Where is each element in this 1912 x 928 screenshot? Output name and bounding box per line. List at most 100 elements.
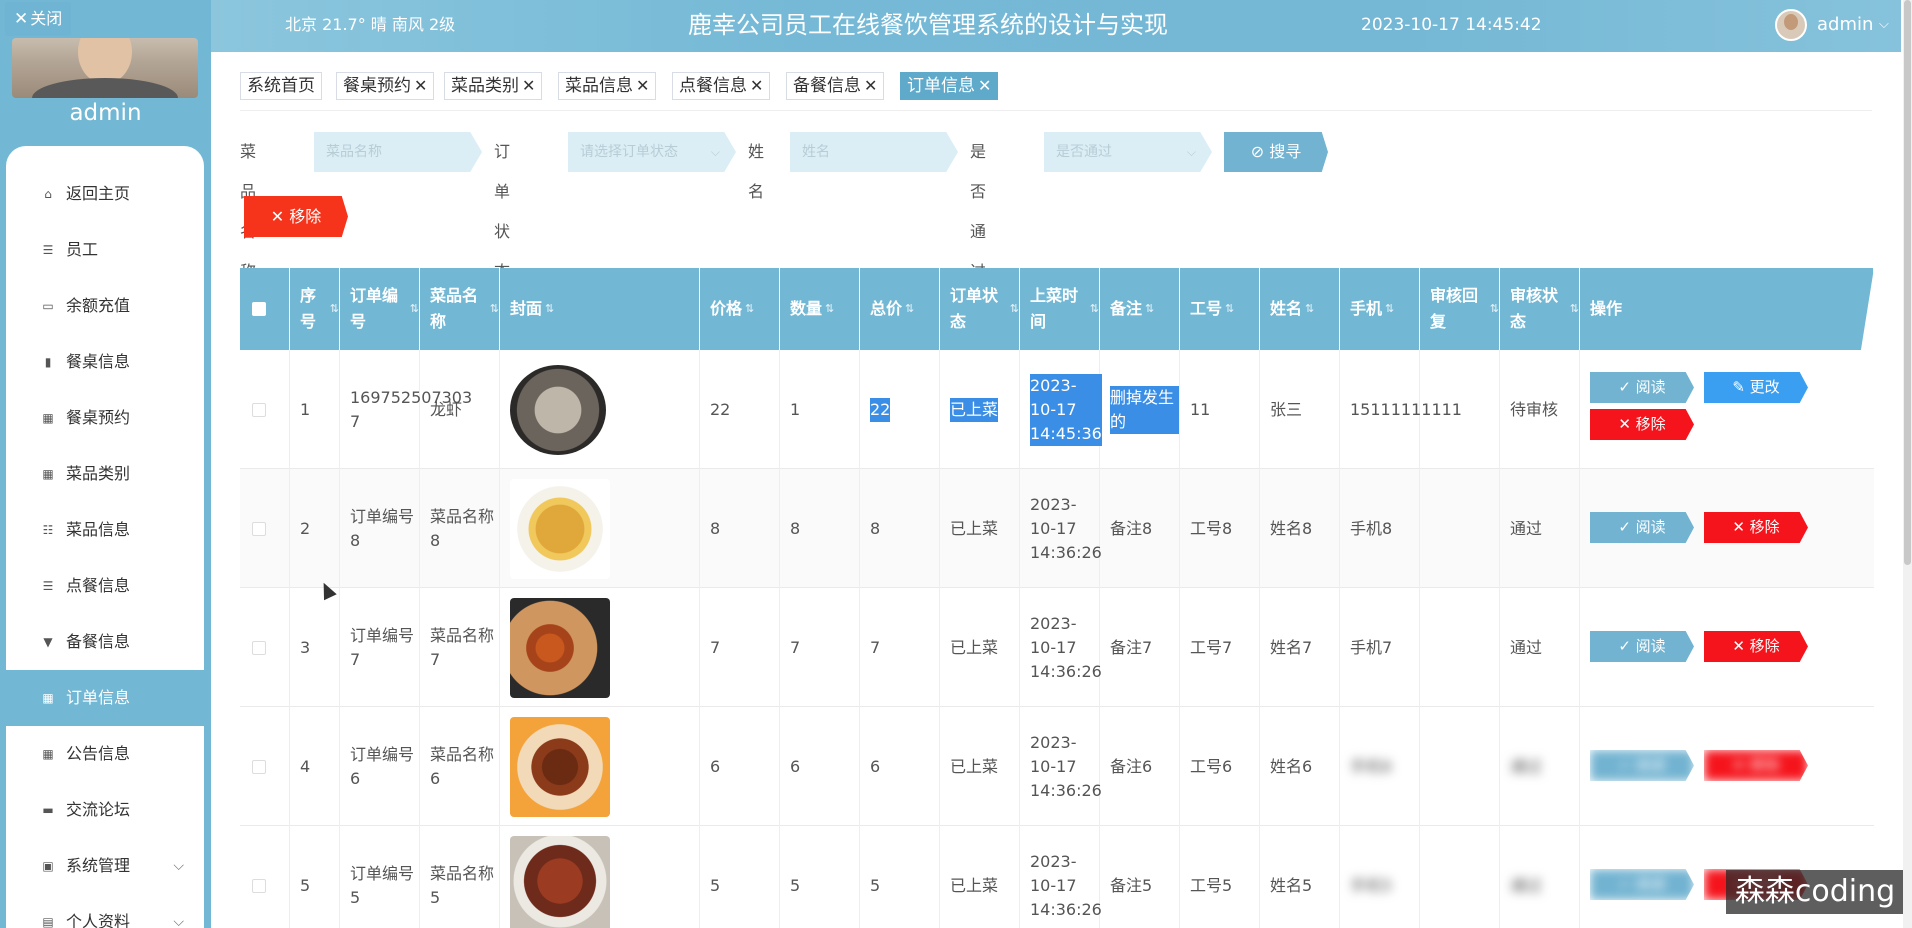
- cell-time: 2023-10-17 14:45:36: [1020, 350, 1102, 469]
- scrollbar[interactable]: [1903, 0, 1912, 928]
- cell-text: 5: [710, 875, 721, 895]
- close-icon[interactable]: ✕: [750, 76, 763, 95]
- edit-button[interactable]: ✎ 更改: [1704, 372, 1808, 403]
- column-header[interactable]: 菜品名称 ⇅: [420, 268, 500, 350]
- sidebar-item[interactable]: ☷ 菜品信息: [6, 502, 204, 558]
- column-header[interactable]: 手机 ⇅: [1340, 268, 1420, 350]
- cell-text: 备注5: [1110, 875, 1153, 895]
- sidebar-item[interactable]: ▣ 系统管理 ⌵: [6, 838, 204, 894]
- column-header[interactable]: 总价 ⇅: [860, 268, 940, 350]
- close-icon[interactable]: ✕: [522, 76, 535, 95]
- column-header-label: 封面: [510, 299, 543, 318]
- row-checkbox[interactable]: [252, 640, 266, 655]
- close-icon[interactable]: ✕: [636, 76, 649, 95]
- close-icon[interactable]: ✕: [864, 76, 877, 95]
- column-header[interactable]: 订单编号 ⇅: [340, 268, 420, 350]
- delete-button[interactable]: ✕ 移除: [1704, 631, 1808, 662]
- column-header-label: 数量: [790, 299, 823, 318]
- sidebar-item[interactable]: ▼ 备餐信息: [6, 614, 204, 670]
- cell-text: 手机6: [1350, 756, 1393, 776]
- delete-button[interactable]: ✕ 移除: [1590, 409, 1694, 440]
- edit-icon: ✎: [1732, 378, 1750, 396]
- column-header[interactable]: 工号 ⇅: [1180, 268, 1260, 350]
- sidebar-item[interactable]: ▦ 订单信息: [6, 670, 204, 726]
- cell-text: 通过: [1510, 518, 1543, 538]
- cell-status: 已上菜: [940, 350, 1020, 469]
- column-header[interactable]: 订单状态 ⇅: [940, 268, 1020, 350]
- cell-qty: 5: [780, 826, 860, 928]
- column-header[interactable]: 上菜时间 ⇅: [1020, 268, 1100, 350]
- braised-meat-image: [510, 716, 610, 817]
- column-header[interactable]: 备注 ⇅: [1100, 268, 1180, 350]
- cell-total: 6: [860, 707, 940, 826]
- row-select-cell: [240, 469, 290, 588]
- cell-text: 订单编号8: [350, 506, 415, 550]
- tab-item[interactable]: 订单信息 ✕: [900, 72, 999, 100]
- search-button[interactable]: ⊘ 搜寻: [1224, 132, 1328, 172]
- cell-status: 已上菜: [940, 707, 1020, 826]
- name-input[interactable]: 姓名: [790, 132, 958, 172]
- tab-item[interactable]: 菜品信息 ✕: [558, 72, 657, 100]
- row-checkbox[interactable]: [252, 759, 266, 774]
- read-button[interactable]: ✓ 阅读: [1590, 750, 1694, 781]
- tab-item[interactable]: 餐桌预约 ✕: [336, 72, 435, 100]
- user-menu-name[interactable]: admin: [1817, 0, 1873, 50]
- pass-select[interactable]: 是否通过 ⌵: [1044, 132, 1212, 172]
- sidebar-item[interactable]: ▦ 公告信息: [6, 726, 204, 782]
- remove-button[interactable]: ✕ 移除: [244, 196, 348, 237]
- sidebar-item[interactable]: ▤ 个人资料 ⌵: [6, 894, 204, 928]
- dish-name-input[interactable]: 菜品名称: [314, 132, 482, 172]
- sidebar-item[interactable]: ▮ 餐桌信息: [6, 334, 204, 390]
- read-button[interactable]: ✓ 阅读: [1590, 372, 1694, 403]
- sidebar-item[interactable]: ☰ 员工: [6, 222, 204, 278]
- column-header[interactable]: 审核状态 ⇅: [1500, 268, 1580, 350]
- delete-button[interactable]: ✕ 移除: [1704, 750, 1808, 781]
- select-all-checkbox[interactable]: [252, 302, 266, 316]
- sidebar-item[interactable]: ▭ 余额充值: [6, 278, 204, 334]
- close-icon[interactable]: ✕: [414, 76, 427, 95]
- read-button[interactable]: ✓ 阅读: [1590, 512, 1694, 543]
- sidebar-item[interactable]: ▬ 交流论坛: [6, 782, 204, 838]
- tab-item[interactable]: 点餐信息 ✕: [672, 72, 771, 100]
- read-button[interactable]: ✓ 阅读: [1590, 869, 1694, 900]
- order-status-select[interactable]: 请选择订单状态 ⌵: [568, 132, 736, 172]
- read-button[interactable]: ✓ 阅读: [1590, 631, 1694, 662]
- cell-name: 姓名5: [1260, 826, 1340, 928]
- column-header-label: 审核状态: [1510, 286, 1559, 331]
- tab-item[interactable]: 系统首页: [240, 72, 322, 100]
- column-header[interactable]: 姓名 ⇅: [1260, 268, 1340, 350]
- sidebar-item[interactable]: ▦ 菜品类别: [6, 446, 204, 502]
- chevron-down-icon[interactable]: ⌵: [1879, 0, 1889, 50]
- row-checkbox[interactable]: [252, 402, 266, 417]
- cell-text: 通过: [1510, 875, 1543, 895]
- tab-item[interactable]: 菜品类别 ✕: [444, 72, 543, 100]
- close-icon[interactable]: ✕: [978, 76, 991, 95]
- remove-button-label: 移除: [289, 207, 322, 226]
- row-checkbox[interactable]: [252, 521, 266, 536]
- cell-note: 备注5: [1100, 826, 1180, 928]
- cell-text: 菜品名称8: [430, 506, 495, 550]
- sidebar-item-label: 余额充值: [66, 296, 131, 315]
- sidebar-item[interactable]: ⌂ 返回主页: [6, 166, 204, 222]
- cell-text: 1: [300, 399, 311, 419]
- sidebar-item[interactable]: ▦ 餐桌预约: [6, 390, 204, 446]
- sort-icon: ⇅: [1009, 302, 1019, 315]
- close-icon: ✕: [1732, 637, 1750, 655]
- cell-text: 已上菜: [950, 637, 999, 657]
- row-checkbox[interactable]: [252, 878, 266, 893]
- action-label: 阅读: [1635, 378, 1666, 396]
- tab-item[interactable]: 备餐信息 ✕: [786, 72, 885, 100]
- column-header[interactable]: 价格 ⇅: [700, 268, 780, 350]
- close-button[interactable]: ✕ 关闭: [5, 2, 72, 36]
- cell-food: [500, 350, 700, 469]
- user-avatar[interactable]: [1775, 9, 1807, 41]
- cell-text: 张三: [1270, 399, 1303, 419]
- delete-button[interactable]: ✕ 移除: [1704, 512, 1808, 543]
- check-icon: ✓: [1618, 875, 1636, 893]
- check-icon: ✓: [1618, 637, 1636, 655]
- column-header[interactable]: 数量 ⇅: [780, 268, 860, 350]
- sidebar-item[interactable]: ☰ 点餐信息: [6, 558, 204, 614]
- cell-text: 22: [710, 399, 731, 419]
- column-header[interactable]: 审核回复 ⇅: [1420, 268, 1500, 350]
- column-header[interactable]: 序号 ⇅: [290, 268, 340, 350]
